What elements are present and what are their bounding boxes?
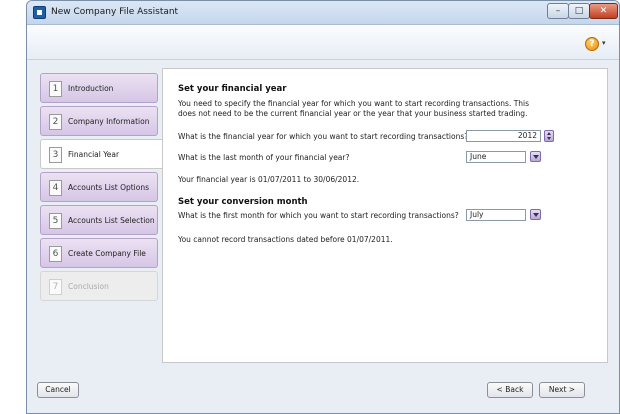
intro-text-line1: You need to specify the financial year f… [178, 99, 530, 108]
content-panel: Set your financial year You need to spec… [162, 68, 608, 363]
step-accounts-list-options[interactable]: 4 Accounts List Options [40, 172, 158, 202]
last-month-question: What is the last month of your financial… [178, 153, 350, 162]
window-title: New Company File Assistant [51, 7, 179, 17]
step-number: 3 [49, 147, 62, 163]
conversion-month-question: What is the first month for which you wa… [178, 211, 459, 220]
year-spin-icon[interactable] [544, 130, 554, 142]
step-number: 6 [49, 246, 62, 262]
step-accounts-list-selection[interactable]: 5 Accounts List Selection [40, 205, 158, 235]
cancel-button[interactable]: Cancel [37, 382, 79, 398]
step-label: Accounts List Selection [68, 216, 155, 225]
step-number: 5 [49, 213, 62, 229]
app-icon [33, 6, 46, 19]
step-introduction[interactable]: 1 Introduction [40, 73, 158, 103]
financial-year-input[interactable]: 2012 [466, 130, 541, 142]
conversion-note: You cannot record transactions dated bef… [178, 235, 393, 244]
assistant-window: New Company File Assistant – □ ✕ ? ▾ 1 I… [26, 0, 620, 414]
minimize-button[interactable]: – [547, 3, 569, 19]
title-bar: New Company File Assistant – □ ✕ [27, 1, 619, 25]
step-label: Conclusion [68, 282, 109, 291]
step-create-company-file[interactable]: 6 Create Company File [40, 238, 158, 268]
last-month-dropdown-icon[interactable] [530, 151, 541, 162]
financial-year-summary: Your financial year is 01/07/2011 to 30/… [178, 175, 360, 184]
step-company-information[interactable]: 2 Company Information [40, 106, 158, 136]
conversion-month-dropdown-icon[interactable] [530, 209, 541, 220]
steps-sidebar: 1 Introduction 2 Company Information 3 F… [40, 73, 170, 301]
year-question: What is the financial year for which you… [178, 132, 469, 141]
intro-text-line2: does not need to be the current financia… [178, 109, 528, 118]
maximize-button[interactable]: □ [568, 3, 590, 19]
conversion-month-select[interactable]: July [466, 209, 526, 221]
toolbar: ? ▾ [27, 25, 619, 60]
step-number: 1 [49, 81, 62, 97]
step-number: 2 [49, 114, 62, 130]
step-label: Introduction [68, 84, 114, 93]
step-label: Company Information [68, 117, 150, 126]
financial-year-heading: Set your financial year [178, 84, 287, 94]
conversion-month-heading: Set your conversion month [178, 197, 308, 207]
close-button[interactable]: ✕ [589, 3, 618, 19]
step-label: Financial Year [68, 150, 120, 159]
step-number: 7 [49, 279, 62, 295]
help-icon[interactable]: ? [585, 37, 599, 51]
step-financial-year[interactable]: 3 Financial Year [40, 139, 164, 169]
help-dropdown-icon[interactable]: ▾ [602, 39, 606, 47]
step-label: Create Company File [68, 249, 146, 258]
back-button[interactable]: < Back [487, 382, 533, 398]
last-month-select[interactable]: June [466, 151, 526, 163]
step-conclusion: 7 Conclusion [40, 271, 158, 301]
step-label: Accounts List Options [68, 183, 150, 192]
step-number: 4 [49, 180, 62, 196]
next-button[interactable]: Next > [539, 382, 585, 398]
